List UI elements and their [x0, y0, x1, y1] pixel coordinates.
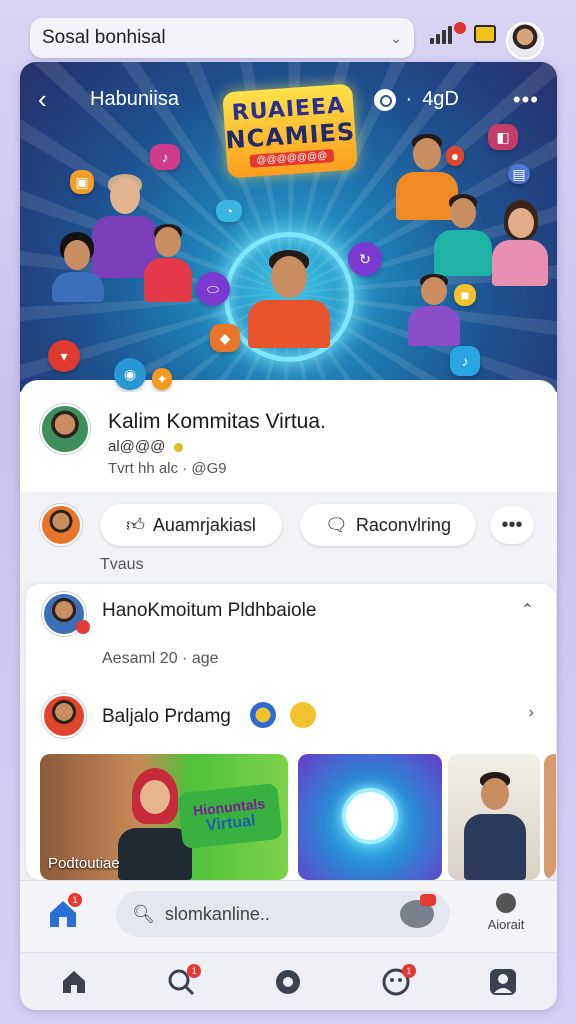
post-thumbnail-2[interactable]	[298, 754, 442, 880]
nav-search-icon[interactable]: 1	[161, 962, 202, 1002]
account-label: Aiorait	[487, 917, 525, 932]
floating-app-icon: ✦	[152, 368, 172, 390]
floating-app-icon: ↻	[348, 242, 382, 276]
hero-banner: ‹ Habuniisa · 4gD ••• RUAIEEA NCAMIES @@…	[20, 62, 557, 392]
search-placeholder: slomkanline..	[164, 903, 270, 924]
search-input[interactable]: 🔍︎ slomkanline..	[116, 891, 450, 937]
post2-avatar[interactable]	[42, 694, 86, 738]
hero-dot: ·	[405, 88, 413, 110]
search-icon: 🔍︎	[132, 903, 155, 924]
virtual-sign: Hionuntals Virtual	[177, 782, 283, 850]
nav-game-icon[interactable]	[268, 962, 308, 1002]
post-thumbnail-1[interactable]: Hionuntals Virtual Podtoutiae	[40, 754, 288, 880]
profile-meta: Tvrt hh alc · @G9	[108, 460, 227, 477]
home-icon[interactable]: 1	[46, 893, 82, 931]
smile-emoji-icon	[290, 702, 316, 728]
game-emoji-icon	[250, 702, 276, 728]
floating-app-icon: ♪	[450, 346, 480, 376]
floating-app-icon: ◧	[488, 124, 518, 150]
floating-app-icon: ■	[454, 284, 476, 306]
section-label: Tvaus	[100, 556, 144, 573]
comment-button[interactable]: 🗨︎ Raconvlring	[300, 504, 476, 546]
floating-app-icon: ◉	[114, 358, 146, 390]
community-avatar[interactable]	[40, 404, 90, 454]
thumbnail-caption: Podtoutiae	[48, 855, 120, 872]
center-person-image	[242, 248, 336, 348]
back-arrow-icon[interactable]: ‹	[38, 84, 68, 115]
thumbs-up-icon: 👍︎	[126, 515, 145, 535]
floating-app-icon: ▾	[48, 340, 80, 372]
site-title: Sosal bonhisal	[42, 27, 166, 48]
like-button[interactable]: 👍︎ Auamrjakiasl	[100, 504, 282, 546]
sign-line2: Virtual	[205, 812, 257, 835]
post-thumbnail-4[interactable]	[544, 754, 556, 880]
nav-search-badge: 1	[187, 963, 202, 978]
profile-card: Kalim Kommitas Virtua. al@@@ Tvrt hh alc…	[20, 380, 557, 492]
post1-badge	[76, 620, 90, 634]
message-icon[interactable]	[400, 894, 436, 928]
chat-heart-icon	[342, 788, 398, 844]
user-avatar[interactable]	[40, 504, 82, 546]
nav-emoji-badge: 1	[401, 963, 416, 978]
bottom-nav: 1 1	[20, 952, 557, 1010]
nav-profile-icon[interactable]	[483, 962, 523, 1002]
comment-button-label: Raconvlring	[355, 514, 451, 535]
hero-title: Habuniisa	[90, 88, 179, 110]
floating-app-icon: ⬭	[196, 272, 230, 306]
status-bar	[430, 22, 496, 44]
nav-emoji-icon[interactable]: 1	[376, 962, 416, 1002]
profile-subtitle: al@@@	[108, 438, 183, 455]
floating-app-icon: ▤	[508, 164, 530, 184]
profile-avatar[interactable]	[506, 22, 544, 60]
hero-header: ‹ Habuniisa · 4gD •••	[20, 84, 557, 115]
more-options-icon[interactable]: •••	[513, 87, 539, 113]
more-actions-button[interactable]: •••	[490, 506, 534, 544]
chevron-right-icon[interactable]: ›	[529, 704, 534, 722]
action-row: 👍︎ Auamrjakiasl 🗨︎ Raconvlring ••• Tvaus	[20, 492, 557, 582]
account-icon	[496, 893, 516, 913]
post1-author: HanoKmoitum Pldhbaiole	[102, 600, 317, 621]
address-bar[interactable]: Sosal bonhisal ⌄	[30, 18, 414, 58]
notification-dot	[454, 22, 466, 34]
person-image-left-3	[48, 232, 108, 302]
floating-app-icon: ◆	[210, 324, 240, 352]
floating-app-icon: ●	[446, 146, 464, 166]
signal-icon	[430, 24, 452, 44]
chevron-up-icon[interactable]: ⌃	[521, 600, 534, 620]
profile-name: Kalim Kommitas Virtua.	[108, 410, 326, 433]
floating-app-icon: ◔	[216, 200, 242, 222]
post1-timestamp: Aesaml 20 · age	[102, 650, 219, 667]
search-icon[interactable]	[373, 88, 396, 111]
person-image-right-2	[430, 192, 496, 282]
post-thumbnail-3[interactable]	[448, 754, 540, 880]
post2-author: Baljalo Prdamg	[102, 706, 231, 727]
home-badge: 1	[68, 893, 82, 907]
person-image-left-2	[140, 222, 196, 302]
bottom-search-bar: 1 🔍︎ slomkanline.. Aiorait	[20, 880, 557, 952]
app-window: ‹ Habuniisa · 4gD ••• RUAIEEA NCAMIES @@…	[20, 62, 557, 1010]
person-image-right-3	[488, 200, 552, 290]
floating-app-icon: ♪	[150, 144, 180, 170]
nav-home-icon[interactable]	[54, 962, 94, 1002]
battery-icon	[474, 25, 496, 43]
hero-count: 4gD	[422, 88, 459, 110]
dots-icon	[173, 442, 183, 452]
account-button[interactable]: Aiorait	[476, 893, 536, 932]
like-button-label: Auamrjakiasl	[152, 514, 256, 535]
chevron-down-icon[interactable]: ⌄	[390, 30, 402, 47]
floating-app-icon: ▣	[70, 170, 94, 194]
feed-card: HanoKmoitum Pldhbaiole ⌃ Aesaml 20 · age…	[26, 584, 556, 880]
profile-subtitle-text: al@@@	[108, 438, 166, 455]
person-image-right-4	[404, 272, 464, 352]
chat-bubble-icon: 🗨︎	[325, 514, 348, 535]
